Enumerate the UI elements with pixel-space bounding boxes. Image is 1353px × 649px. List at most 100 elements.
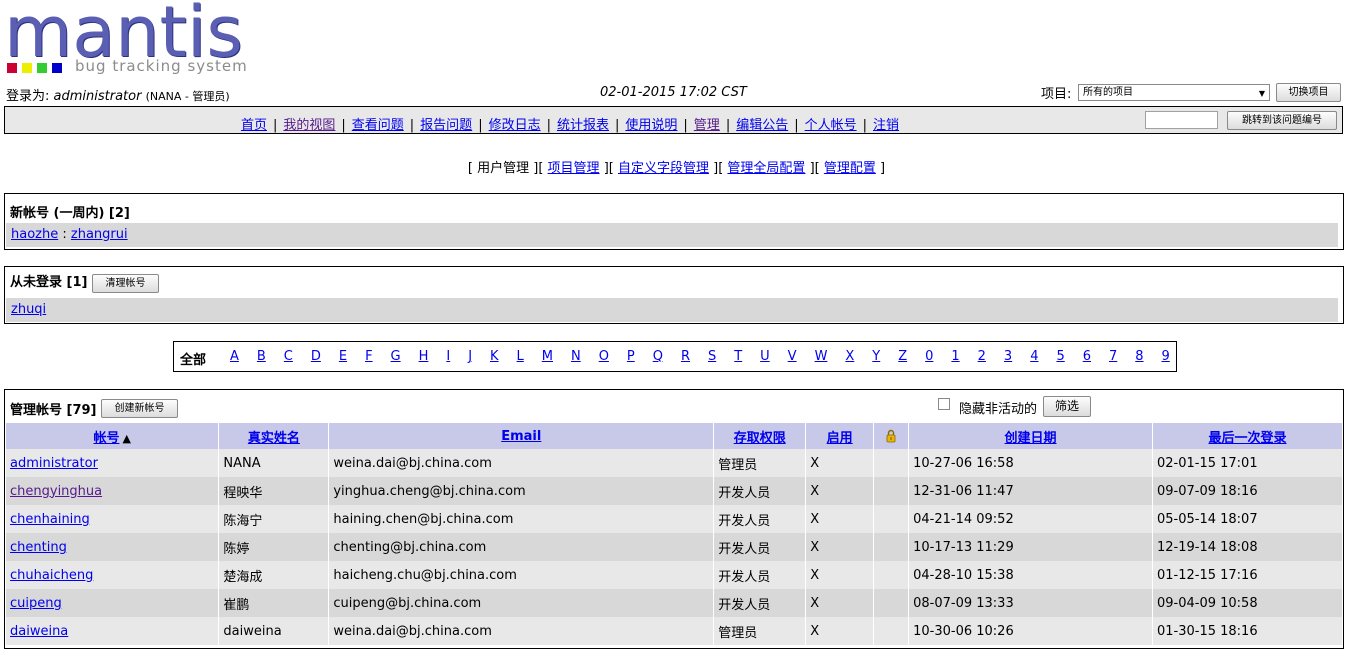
filter-letter[interactable]: S: [708, 349, 716, 364]
sub-menu-manage-projects[interactable]: 项目管理: [548, 161, 600, 176]
menu-item-manage[interactable]: 管理: [694, 118, 720, 133]
filter-letter[interactable]: Y: [872, 349, 880, 364]
filter-letter[interactable]: H: [419, 349, 429, 364]
column-header-realname[interactable]: 真实姓名: [218, 423, 330, 449]
user-username-link[interactable]: chenting: [10, 540, 67, 555]
filter-letter[interactable]: V: [788, 349, 797, 364]
sub-menu-manage-config[interactable]: 管理配置: [824, 161, 876, 176]
create-account-button[interactable]: 创建新帐号: [101, 399, 178, 418]
sort-last-visit-link[interactable]: 最后一次登录: [1208, 431, 1286, 446]
mantis-logo[interactable]: mantis bug tracking system: [4, 0, 254, 78]
user-username-link[interactable]: chengyinghua: [10, 484, 102, 499]
user-username-link[interactable]: administrator: [10, 456, 98, 471]
lock-icon[interactable]: [886, 429, 896, 443]
filter-letter[interactable]: 2: [978, 349, 986, 364]
filter-letter[interactable]: 4: [1030, 349, 1038, 364]
table-cell-enabled: X: [805, 589, 875, 617]
users-table-body: administrator NANA weina.dai@bj.china.com 管…: [6, 449, 1343, 645]
switch-project-button[interactable]: 切换项目: [1276, 83, 1341, 102]
column-header-access-level[interactable]: 存取权限: [713, 423, 807, 449]
filter-letter[interactable]: C: [284, 349, 293, 364]
menu-item-docs[interactable]: 使用说明: [625, 118, 677, 133]
filter-letter[interactable]: J: [468, 349, 472, 364]
column-header-protected[interactable]: [873, 423, 910, 449]
user-username-link[interactable]: cuipeng: [10, 596, 62, 611]
filter-letter[interactable]: D: [311, 349, 321, 364]
never-logged-in-title: 从未登录 [1]: [10, 275, 88, 290]
menu-item-summary[interactable]: 统计报表: [557, 118, 609, 133]
user-access-level: 开发人员: [718, 513, 771, 529]
jump-to-issue-input[interactable]: [1145, 111, 1218, 129]
sort-date-created-link[interactable]: 创建日期: [1005, 431, 1057, 446]
filter-letter[interactable]: M: [542, 349, 553, 364]
filter-letter[interactable]: E: [339, 349, 347, 364]
sub-menu-manage-custom-fields[interactable]: 自定义字段管理: [618, 161, 709, 176]
filter-letter[interactable]: 7: [1109, 349, 1117, 364]
filter-letter[interactable]: B: [257, 349, 266, 364]
sort-username-link[interactable]: 帐号: [93, 431, 119, 446]
filter-letter[interactable]: 8: [1135, 349, 1143, 364]
filter-letter[interactable]: Q: [653, 349, 663, 364]
filter-letter[interactable]: 1: [951, 349, 959, 364]
filter-letter[interactable]: N: [571, 349, 581, 364]
prune-accounts-button[interactable]: 清理帐号: [92, 274, 159, 293]
project-select[interactable]: 所有的项目 ▼: [1078, 84, 1270, 101]
user-username-link[interactable]: chuhaicheng: [10, 568, 93, 583]
filter-letter[interactable]: Z: [898, 349, 907, 364]
filter-letter[interactable]: G: [391, 349, 401, 364]
filter-letter[interactable]: W: [815, 349, 828, 364]
filter-letter[interactable]: I: [446, 349, 450, 364]
filter-letter[interactable]: O: [599, 349, 609, 364]
filter-letter[interactable]: P: [627, 349, 635, 364]
column-header-last-visit[interactable]: 最后一次登录: [1152, 423, 1343, 449]
never-logged-in-account-link[interactable]: zhuqi: [11, 302, 46, 317]
menu-item-report-issue[interactable]: 报告问题: [420, 118, 472, 133]
user-username-link[interactable]: daiweina: [10, 624, 68, 639]
sub-menu-manage-global-config[interactable]: 管理全局配置: [727, 161, 805, 176]
new-accounts-list: haozhe : zhangrui: [6, 223, 1338, 247]
filter-all[interactable]: 全部: [180, 349, 206, 368]
user-realname: NANA: [223, 455, 261, 471]
user-username-link[interactable]: chenhaining: [10, 512, 90, 527]
menu-item-home[interactable]: 首页: [241, 118, 267, 133]
new-account-link[interactable]: zhangrui: [71, 227, 128, 242]
logo-square-red: [7, 63, 17, 73]
menu-item-my-view[interactable]: 我的视图: [283, 118, 335, 133]
new-accounts-separator: :: [62, 227, 67, 242]
menu-item-view-issues[interactable]: 查看问题: [352, 118, 404, 133]
column-header-email[interactable]: Email: [328, 423, 715, 449]
sub-menu-bracket: [: [467, 161, 478, 176]
column-header-enabled[interactable]: 启用: [805, 423, 875, 449]
filter-letter[interactable]: 5: [1056, 349, 1064, 364]
menu-separator: |: [794, 118, 799, 133]
sort-email-link[interactable]: Email: [501, 429, 541, 444]
column-header-username[interactable]: 帐号 ▲: [6, 423, 220, 449]
filter-letter[interactable]: 3: [1004, 349, 1012, 364]
table-header-row: 帐号 ▲ 真实姓名 Email 存取权限 启用 创建日期 最后一次登录: [6, 423, 1343, 449]
filter-letter[interactable]: F: [365, 349, 372, 364]
menu-item-changelog[interactable]: 修改日志: [489, 118, 541, 133]
menu-item-edit-news[interactable]: 编辑公告: [736, 118, 788, 133]
user-enabled-flag: X: [810, 455, 820, 471]
filter-letter[interactable]: X: [845, 349, 854, 364]
filter-letter[interactable]: R: [681, 349, 690, 364]
filter-button[interactable]: 筛选: [1043, 396, 1091, 417]
new-account-link[interactable]: haozhe: [11, 227, 58, 242]
menu-item-my-account[interactable]: 个人帐号: [805, 118, 857, 133]
filter-letter[interactable]: K: [490, 349, 499, 364]
jump-to-issue-button[interactable]: 跳转到该问题编号: [1227, 111, 1337, 130]
filter-letter[interactable]: T: [734, 349, 742, 364]
filter-letter[interactable]: U: [760, 349, 770, 364]
hide-inactive-checkbox[interactable]: [938, 398, 950, 410]
table-cell-access: 开发人员: [713, 505, 807, 533]
sort-realname-link[interactable]: 真实姓名: [248, 431, 300, 446]
sort-enabled-link[interactable]: 启用: [827, 431, 853, 446]
column-header-date-created[interactable]: 创建日期: [908, 423, 1153, 449]
filter-letter[interactable]: 9: [1162, 349, 1170, 364]
filter-letter[interactable]: A: [230, 349, 239, 364]
menu-item-logout[interactable]: 注销: [873, 118, 899, 133]
sort-access-level-link[interactable]: 存取权限: [734, 431, 786, 446]
filter-letter[interactable]: 6: [1083, 349, 1091, 364]
filter-letter[interactable]: L: [517, 349, 524, 364]
filter-letter[interactable]: 0: [925, 349, 933, 364]
